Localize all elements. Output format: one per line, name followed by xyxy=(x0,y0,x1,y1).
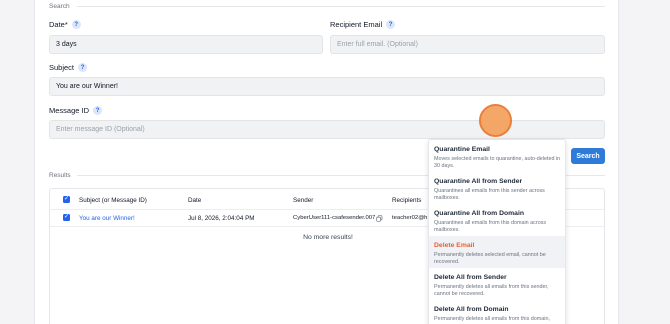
menu-item-quarantine-email[interactable]: Quarantine Email Moves selected emails t… xyxy=(429,140,565,172)
menu-item-desc: Moves selected emails to quarantine, aut… xyxy=(434,156,561,169)
menu-item-title: Quarantine Email xyxy=(434,146,490,153)
results-section-title: Results xyxy=(49,172,71,179)
subject-input[interactable]: You are our Winner! xyxy=(49,77,605,96)
column-header-date[interactable]: Date xyxy=(188,197,201,204)
select-all-checkbox[interactable]: ✓ xyxy=(63,196,70,203)
column-header-subject[interactable]: Subject (or Message ID) xyxy=(79,197,147,204)
cursor-indicator xyxy=(479,104,512,137)
subject-label: Subject ? xyxy=(49,63,88,72)
menu-item-title: Delete Email xyxy=(434,242,475,249)
menu-item-desc: Quarantines all emails from this sender … xyxy=(434,188,545,201)
help-icon[interactable]: ? xyxy=(93,106,103,115)
menu-item-delete-email[interactable]: Delete Email Permanently deletes selecte… xyxy=(429,236,565,268)
column-header-recipients[interactable]: Recipients xyxy=(392,197,421,204)
row-checkbox[interactable]: ✓ xyxy=(63,214,70,221)
menu-item-desc: Permanently deletes all emails from this… xyxy=(434,316,550,322)
menu-item-title: Delete All from Sender xyxy=(434,274,507,281)
recipient-label-text: Recipient Email xyxy=(330,20,383,29)
search-divider xyxy=(77,6,605,7)
menu-item-desc: Permanently deletes selected email, cann… xyxy=(434,252,546,265)
help-icon[interactable]: ? xyxy=(78,63,88,72)
menu-item-desc: Permanently deletes all emails from this… xyxy=(434,284,549,297)
search-button[interactable]: Search xyxy=(571,148,605,164)
date-label: Date* ? xyxy=(49,20,81,29)
row-subject-link[interactable]: You are our Winner! xyxy=(79,215,135,222)
date-label-text: Date* xyxy=(49,20,68,29)
date-select[interactable]: 3 days xyxy=(49,35,323,54)
subject-label-text: Subject xyxy=(49,63,75,72)
search-section-title: Search xyxy=(49,3,70,10)
recipient-email-label: Recipient Email ? xyxy=(330,20,396,29)
help-icon[interactable]: ? xyxy=(71,20,81,29)
message-id-label: Message ID ? xyxy=(49,106,103,115)
menu-item-quarantine-domain[interactable]: Quarantine All from Domain Quarantines a… xyxy=(429,204,565,236)
menu-item-title: Quarantine All from Domain xyxy=(434,210,525,217)
message-id-input[interactable]: Enter message ID (Optional) xyxy=(49,120,605,139)
row-recipients: teacher02@h xyxy=(392,215,428,221)
row-sender: CyberUser111-csafesender.007 xyxy=(293,215,376,221)
recipient-email-input[interactable]: Enter full email. (Optional) xyxy=(330,35,605,54)
copy-icon[interactable] xyxy=(376,215,383,222)
menu-item-quarantine-sender[interactable]: Quarantine All from Sender Quarantines a… xyxy=(429,172,565,204)
menu-item-title: Delete All from Domain xyxy=(434,306,509,313)
column-header-sender[interactable]: Sender xyxy=(293,197,313,204)
menu-item-desc: Quarantines all emails from this domain … xyxy=(434,220,547,233)
menu-item-delete-sender[interactable]: Delete All from Sender Permanently delet… xyxy=(429,268,565,300)
menu-item-delete-domain[interactable]: Delete All from Domain Permanently delet… xyxy=(429,300,565,324)
message-id-label-text: Message ID xyxy=(49,106,90,115)
action-dropdown-menu: Quarantine Email Moves selected emails t… xyxy=(428,139,566,324)
help-icon[interactable]: ? xyxy=(386,20,396,29)
row-date: Jul 8, 2026, 2:04:04 PM xyxy=(188,215,255,222)
menu-item-title: Quarantine All from Sender xyxy=(434,178,523,185)
